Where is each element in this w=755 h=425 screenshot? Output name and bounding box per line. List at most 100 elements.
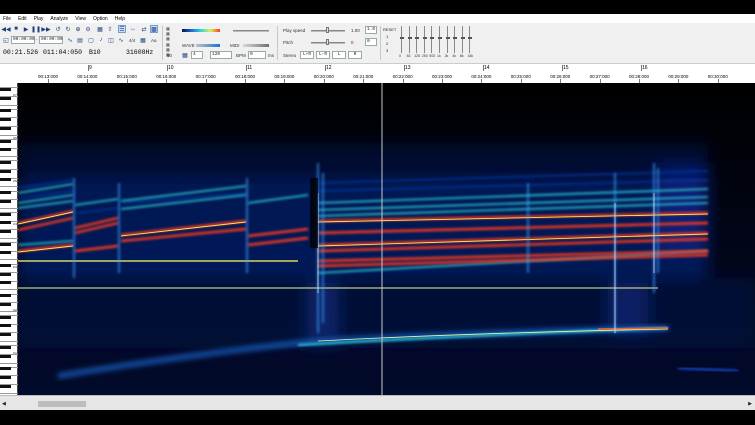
tempo-field[interactable]: 120	[210, 51, 232, 59]
spectrogram-view[interactable]	[18, 83, 755, 395]
spectrogram-canvas[interactable]	[18, 83, 755, 395]
offset-field[interactable]: 0	[248, 51, 266, 59]
play-speed-step[interactable]: 1.0	[365, 26, 377, 34]
color-scale-gradient[interactable]	[182, 29, 220, 32]
eq-band-slider[interactable]	[468, 26, 473, 53]
lock-icon[interactable]: ▤	[76, 36, 84, 44]
eq-band-thumb[interactable]	[438, 37, 442, 40]
piano-black-key[interactable]	[0, 315, 11, 319]
loop-icon[interactable]: ↺	[54, 25, 62, 33]
scroll-left-icon[interactable]: ◀	[2, 401, 6, 407]
note-icon[interactable]: ♪	[97, 36, 105, 44]
eq-band-slider[interactable]	[445, 26, 450, 53]
pitch-thumb[interactable]	[326, 39, 329, 45]
repeat-icon[interactable]: ↻	[64, 25, 72, 33]
grid-icon[interactable]: ▦	[96, 25, 104, 33]
eq-band-slider[interactable]	[422, 26, 427, 53]
piano-black-key[interactable]	[0, 281, 11, 285]
menu-option[interactable]: Option	[93, 16, 108, 22]
eq-band-slider[interactable]	[438, 26, 442, 53]
pause-icon[interactable]: ❚❚	[31, 25, 41, 33]
eq-preset-1[interactable]: 1	[383, 33, 396, 40]
horizontal-scrollbar[interactable]: ◀ ▶	[0, 395, 755, 410]
time-from-field[interactable]: 00:00:00	[11, 36, 35, 44]
fit-icon[interactable]: ↔	[129, 25, 137, 33]
eq-band-thumb[interactable]	[422, 37, 427, 40]
menu-play[interactable]: Play	[34, 16, 44, 22]
piano-black-key[interactable]	[0, 324, 11, 328]
channel-left-button[interactable]: L	[332, 51, 346, 59]
channel-lr-sum-button[interactable]: L+R	[300, 51, 314, 59]
select-box-icon[interactable]: ▢	[87, 36, 95, 44]
channel-right-button[interactable]: R	[348, 51, 362, 59]
piano-black-key[interactable]	[0, 126, 11, 130]
eq-band-slider[interactable]	[453, 26, 458, 53]
rewind-icon[interactable]: ◀◀	[1, 25, 10, 33]
meter-label[interactable]: 4/4	[129, 38, 135, 43]
pitch-step[interactable]: 0	[365, 38, 377, 46]
eq-band-slider[interactable]	[430, 26, 435, 53]
eq-band-thumb[interactable]	[407, 37, 412, 40]
piano-black-key[interactable]	[0, 109, 11, 113]
piano-roll-icon[interactable]: ▦	[139, 36, 147, 44]
curve-icon[interactable]: ∿	[117, 36, 125, 44]
menu-view[interactable]: View	[75, 16, 86, 22]
eq-preset-3[interactable]: 3	[383, 47, 396, 54]
play-icon[interactable]: ▶	[22, 25, 30, 33]
piano-black-key[interactable]	[0, 139, 11, 143]
view-mode-icon[interactable]: ☰	[118, 25, 126, 33]
piano-black-key[interactable]	[0, 229, 11, 233]
piano-black-key[interactable]	[0, 161, 11, 164]
menu-analyze[interactable]: Analyze	[50, 16, 68, 22]
piano-black-key[interactable]	[0, 191, 11, 195]
stop-icon[interactable]: ■	[12, 25, 20, 33]
piano-black-key[interactable]	[0, 384, 11, 388]
scroll-thumb[interactable]	[38, 401, 86, 407]
piano-black-key[interactable]	[0, 333, 11, 336]
piano-black-key[interactable]	[0, 376, 11, 379]
piano-black-key[interactable]	[0, 251, 11, 255]
zoom-out-icon[interactable]: ⊖	[84, 25, 92, 33]
eq-band-thumb[interactable]	[430, 37, 435, 40]
piano-black-key[interactable]	[0, 302, 11, 306]
channel-lr-diff-button[interactable]: L-R	[316, 51, 330, 59]
piano-black-key[interactable]	[0, 294, 11, 298]
eq-band-thumb[interactable]	[400, 37, 404, 40]
piano-black-key[interactable]	[0, 221, 11, 225]
piano-black-key[interactable]	[0, 169, 11, 173]
menu-help[interactable]: Help	[115, 16, 125, 22]
eq-band-thumb[interactable]	[453, 37, 458, 40]
eq-band-thumb[interactable]	[415, 37, 420, 40]
grid-toggle-icon[interactable]: ▦	[181, 51, 189, 59]
eq-band-slider[interactable]	[415, 26, 420, 53]
piano-black-key[interactable]	[0, 118, 11, 121]
eq-band-thumb[interactable]	[468, 37, 473, 40]
beat-field[interactable]: 4	[191, 51, 203, 59]
piano-black-key[interactable]	[0, 345, 11, 349]
text-size-label[interactable]: Aa	[151, 38, 157, 43]
zoom-in-icon[interactable]: ⊕	[74, 25, 82, 33]
time-range-icon[interactable]: ◱	[2, 36, 10, 44]
piano-black-key[interactable]	[0, 96, 11, 100]
scroll-right-icon[interactable]: ▶	[748, 401, 752, 407]
eq-band-slider[interactable]	[407, 26, 412, 53]
midi-level-gradient[interactable]	[243, 44, 269, 47]
play-speed-thumb[interactable]	[326, 27, 329, 33]
marker-icon[interactable]: ⇧	[106, 25, 114, 33]
scroll-icon[interactable]: ⇄	[140, 25, 148, 33]
eq-reset-button[interactable]: RESET	[383, 26, 396, 33]
piano-black-key[interactable]	[0, 264, 11, 268]
piano-black-key[interactable]	[0, 212, 11, 216]
piano-black-key[interactable]	[0, 242, 11, 246]
time-to-field[interactable]: 00:00:00	[39, 36, 63, 44]
piano-black-key[interactable]	[0, 87, 11, 91]
display-icon[interactable]: ▩	[150, 25, 158, 33]
piano-black-key[interactable]	[0, 354, 11, 358]
eq-band-slider[interactable]	[400, 26, 404, 53]
piano-black-key[interactable]	[0, 272, 11, 276]
menu-edit[interactable]: Edit	[18, 16, 27, 22]
menu-file[interactable]: File	[3, 16, 11, 22]
contrast-slider[interactable]	[233, 30, 269, 32]
timeline-ruler[interactable]: 9 10 11 12 13 14 15 16 00:13:000 00:14:000 00:15:0…	[0, 63, 755, 83]
piano-black-key[interactable]	[0, 367, 11, 371]
